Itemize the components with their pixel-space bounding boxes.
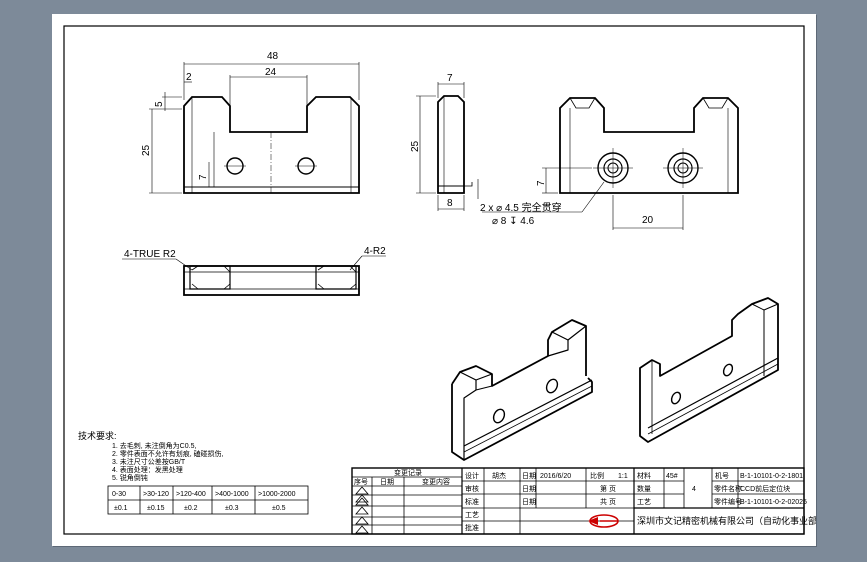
top-view xyxy=(122,255,386,296)
dim-side-height: 25 xyxy=(410,140,421,152)
revision-header: 变更记录 xyxy=(394,468,422,477)
hole-callout-main: 2 x ⌀ 4.5 完全贯穿 xyxy=(480,201,562,214)
note-line-1: 1. 去毛刺, 未注倒角为C0.5, xyxy=(112,441,196,450)
dim-front-inner-width: 24 xyxy=(265,67,277,78)
tol-value-3: ±0.2 xyxy=(184,505,198,512)
dim-side-bottom: 8 xyxy=(447,198,453,209)
page-label: 第 页 xyxy=(600,484,616,493)
tol-header-4: >400-1000 xyxy=(215,491,249,498)
revision-markers xyxy=(355,486,369,534)
material-value: 45# xyxy=(666,473,678,480)
dim-front-hole-height: 7 xyxy=(198,174,209,180)
name-label: 机号 xyxy=(715,471,729,480)
part-name-label: 零件名称 xyxy=(714,484,742,493)
top-view-label-left: 4-TRUE R2 xyxy=(124,249,176,260)
drawing-sheet: 48 24 2 5 25 7 7 25 8 7 20 2 x ⌀ 4.5 完全贯… xyxy=(52,14,816,546)
design-date-label: 日期 xyxy=(522,472,536,480)
notes-title: 技术要求: xyxy=(78,430,117,441)
tol-header-1: 0-30 xyxy=(112,491,126,498)
approve-label: 批准 xyxy=(465,523,479,532)
dim-iso-hole-pitch: 20 xyxy=(642,215,654,226)
dim-front-chamfer: 5 xyxy=(154,101,165,107)
note-line-3: 3. 未注尺寸公差按GB/T xyxy=(112,457,186,466)
side-view xyxy=(416,82,479,211)
designer-value: 胡杰 xyxy=(492,471,506,480)
qty-value: 4 xyxy=(692,486,696,493)
design-label: 设计 xyxy=(465,471,479,480)
top-view-label-right: 4-R2 xyxy=(364,246,386,257)
part-no-value: B-1-10101-0-2-02025 xyxy=(740,499,807,506)
part-no-label: 零件编号 xyxy=(714,497,742,506)
dim-front-overall-width: 48 xyxy=(267,51,279,62)
standard-date-label: 日期 xyxy=(522,498,536,506)
tol-value-5: ±0.5 xyxy=(272,505,286,512)
company-name: 深圳市文记精密机械有限公司（自动化事业部） xyxy=(637,515,816,526)
isometric-view-back xyxy=(639,297,779,443)
company-logo xyxy=(588,514,619,528)
standard-label: 标准 xyxy=(465,497,479,506)
front-view xyxy=(149,62,360,194)
hole-callout-counterbore: ⌀ 8 ↧ 4.6 xyxy=(492,216,535,227)
rev-col-1: 序号 xyxy=(354,477,368,486)
tol-value-4: ±0.3 xyxy=(225,505,239,512)
dim-iso-hole-height: 7 xyxy=(536,180,547,186)
tol-value-1: ±0.1 xyxy=(114,505,128,512)
scale-value: 1:1 xyxy=(618,473,628,480)
check-label: 审核 xyxy=(465,484,479,493)
process-label: 工艺 xyxy=(465,511,479,519)
check-date-label: 日期 xyxy=(522,485,536,493)
tol-header-5: >1000-2000 xyxy=(258,491,296,498)
drawing-canvas: 48 24 2 5 25 7 7 25 8 7 20 2 x ⌀ 4.5 完全贯… xyxy=(63,25,816,535)
note-line-5: 5. 锐角倒钝 xyxy=(112,473,148,482)
tol-header-3: >120-400 xyxy=(176,491,206,498)
scale-label: 比例 xyxy=(590,471,604,480)
isometric-view-front xyxy=(451,319,593,461)
tol-value-2: ±0.15 xyxy=(147,505,165,512)
process-label-2: 工艺 xyxy=(637,498,651,506)
dim-side-thickness: 7 xyxy=(447,73,453,84)
qty-label: 数量 xyxy=(637,484,651,493)
design-date-value: 2016/6/20 xyxy=(540,473,571,480)
rev-col-2: 日期 xyxy=(380,478,394,486)
rev-col-3: 变更内容 xyxy=(422,477,450,486)
total-label: 共 页 xyxy=(600,497,616,506)
name-value: B-1-10101-0-2-1801 xyxy=(740,473,803,480)
tol-header-2: >30-120 xyxy=(143,491,169,498)
note-line-4: 4. 表面处理：发黑处理 xyxy=(112,465,183,474)
dim-front-height: 25 xyxy=(141,144,152,156)
note-line-2: 2. 零件表面不允许有划痕, 磕碰损伤, xyxy=(112,449,224,458)
dim-front-left-offset: 2 xyxy=(186,72,192,83)
material-label: 材料 xyxy=(637,471,651,480)
part-name-value: CCD前后定位块 xyxy=(740,484,790,493)
